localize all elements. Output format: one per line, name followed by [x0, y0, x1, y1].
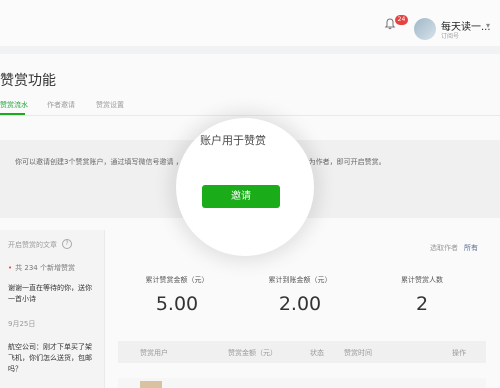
sidebar-header: 开启赞赏的文章: [8, 241, 57, 249]
list-item[interactable]: 谢谢一直在等待的你，送你一首小诗: [8, 283, 94, 305]
author-filter: 选取作者 所有: [430, 243, 478, 253]
column-header: 赞赏金额（元）: [228, 349, 277, 357]
column-header: 赞赏时间: [344, 349, 372, 357]
table-header: [118, 341, 486, 363]
table-row[interactable]: [118, 378, 486, 388]
avatar: [140, 381, 162, 388]
all-link[interactable]: 所有: [464, 244, 478, 252]
list-item[interactable]: 航空公司：刚才下单买了架飞机，你们怎么送货，包邮吗？: [8, 342, 96, 375]
help-icon[interactable]: ?: [62, 239, 72, 249]
tab-reward-settings[interactable]: 赞赏设置: [96, 100, 124, 110]
tab-author-invite[interactable]: 作者邀请: [47, 100, 75, 110]
stat-label: 累计赞赏人数: [401, 276, 443, 284]
stat-label: 累计到账金额（元）: [268, 276, 332, 284]
stat-value: 5.00: [155, 293, 199, 315]
account-type: 订阅号: [441, 33, 460, 40]
tab-divider: [0, 115, 500, 116]
chevron-down-icon[interactable]: ▾: [486, 21, 490, 30]
list-date: 9月25日: [8, 320, 36, 328]
column-header: 操作: [452, 349, 466, 357]
stat-value: 2: [415, 293, 429, 315]
spotlight-text: 账户用于赞赏: [200, 134, 266, 147]
page-title: 赞赏功能: [0, 73, 56, 89]
invite-button[interactable]: 邀请: [202, 185, 280, 208]
spotlight-magnifier: 账户用于赞赏 邀请: [176, 118, 314, 256]
stat-value: 2.00: [278, 293, 322, 315]
column-header: 赞赏用户: [140, 349, 168, 357]
new-rewards-count: • 共 234 个新增赞赏: [8, 264, 75, 272]
select-author-link[interactable]: 选取作者: [430, 244, 458, 252]
tab-reward-records[interactable]: 赞赏流水: [0, 100, 28, 110]
stat-label: 累计赞赏金额（元）: [145, 276, 209, 284]
notification-badge: 24: [395, 15, 408, 25]
avatar[interactable]: [414, 18, 436, 40]
column-header: 状态: [310, 349, 324, 357]
